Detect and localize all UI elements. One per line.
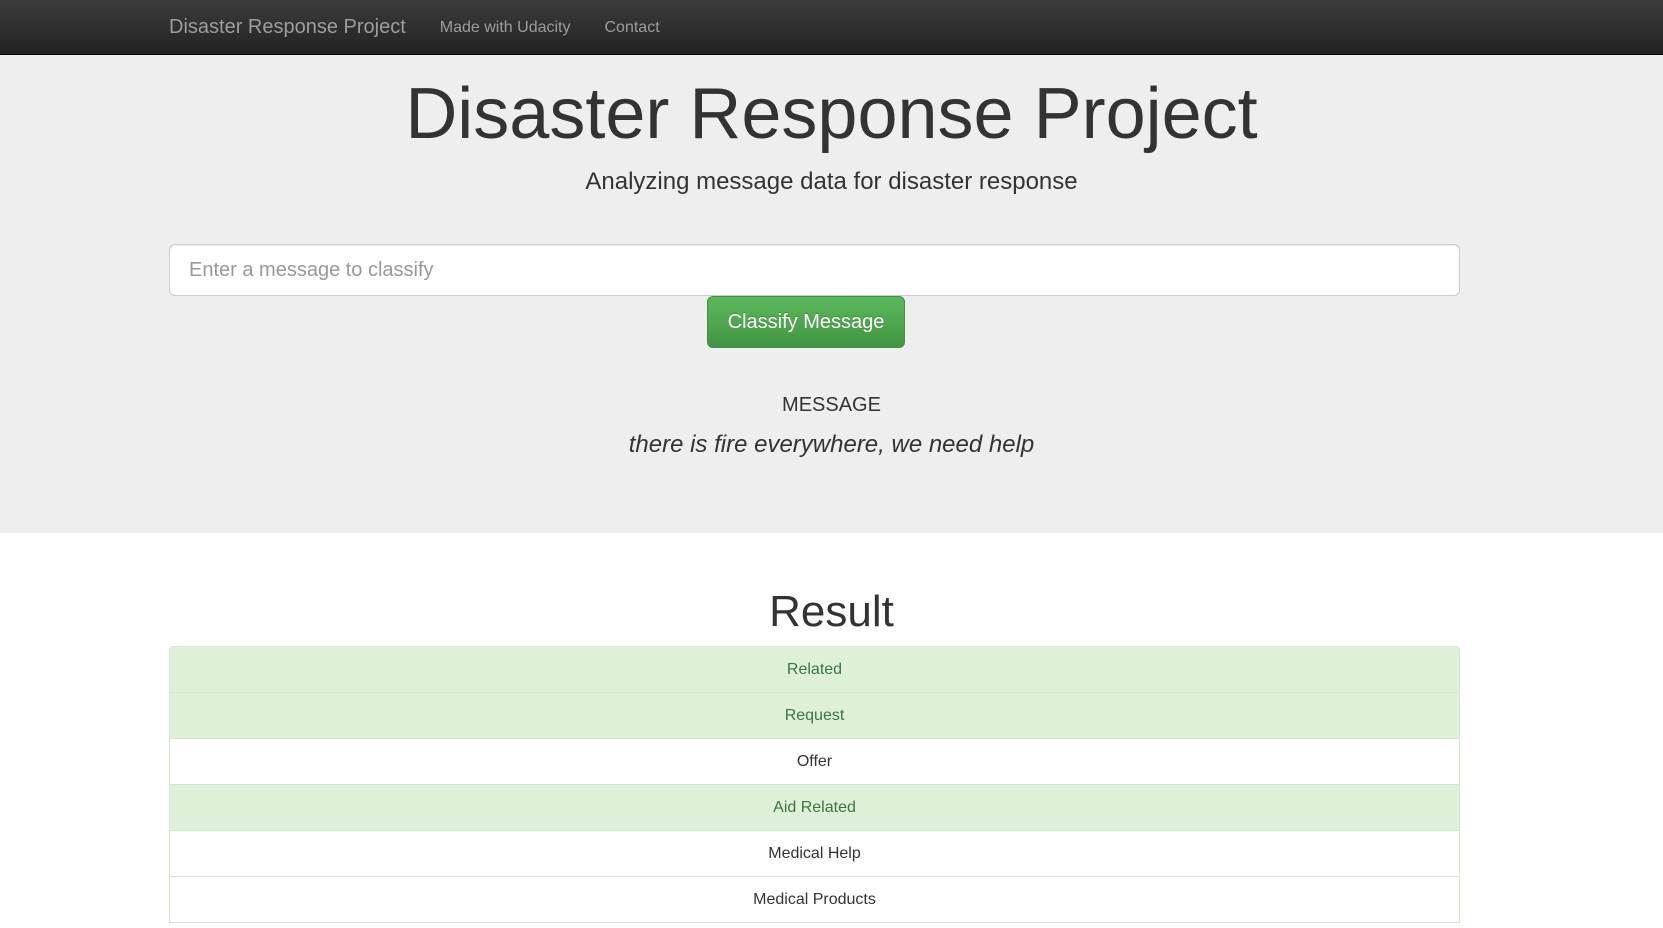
classify-message-button[interactable]: Classify Message bbox=[707, 296, 905, 348]
nav-link-contact[interactable]: Contact bbox=[605, 19, 660, 37]
result-item-related: Related bbox=[170, 647, 1459, 693]
message-heading: MESSAGE bbox=[782, 394, 881, 416]
result-item-offer: Offer bbox=[170, 739, 1459, 785]
jumbotron: Disaster Response Project Analyzing mess… bbox=[0, 55, 1663, 533]
navbar: Disaster Response Project Made with Udac… bbox=[0, 0, 1663, 55]
result-item-medical-products: Medical Products bbox=[170, 877, 1459, 923]
message-text: there is fire everywhere, we need help bbox=[628, 431, 1035, 458]
page-title: Disaster Response Project bbox=[405, 74, 1258, 154]
navbar-inner: Disaster Response Project Made with Udac… bbox=[169, 0, 694, 55]
result-item-aid-related: Aid Related bbox=[170, 785, 1459, 831]
result-list: Related Request Offer Aid Related Medica… bbox=[169, 646, 1460, 923]
result-item-request: Request bbox=[170, 693, 1459, 739]
nav-link-made-with-udacity[interactable]: Made with Udacity bbox=[440, 19, 571, 37]
result-item-medical-help: Medical Help bbox=[170, 831, 1459, 877]
page-subtitle: Analyzing message data for disaster resp… bbox=[585, 168, 1078, 195]
result-title: Result bbox=[769, 587, 894, 636]
navbar-brand[interactable]: Disaster Response Project bbox=[169, 16, 406, 39]
message-input[interactable] bbox=[169, 244, 1460, 296]
